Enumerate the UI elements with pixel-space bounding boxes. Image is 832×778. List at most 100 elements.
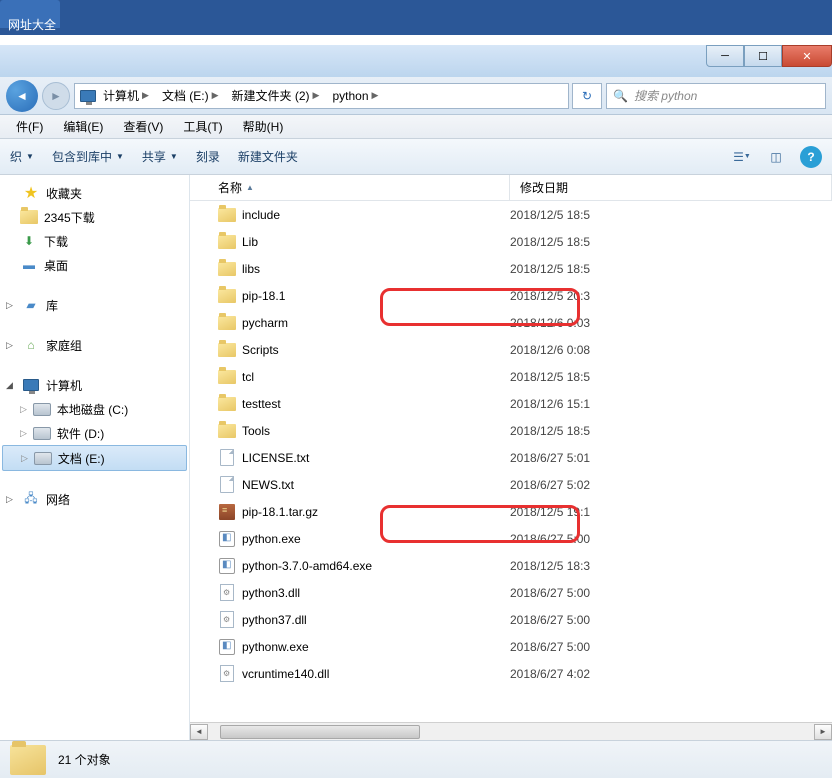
file-row[interactable]: python37.dll2018/6/27 5:00 — [190, 606, 832, 633]
close-button[interactable]: ✕ — [782, 45, 832, 67]
help-button[interactable]: ? — [800, 146, 822, 168]
file-row[interactable]: python-3.7.0-amd64.exe2018/12/5 18:3 — [190, 552, 832, 579]
exe-icon — [218, 638, 236, 656]
menu-view[interactable]: 查看(V) — [113, 115, 173, 138]
preview-pane-button[interactable]: ◫ — [766, 147, 786, 167]
breadcrumb-item[interactable]: python▶ — [326, 89, 385, 103]
menu-bar: 件(F) 编辑(E) 查看(V) 工具(T) 帮助(H) — [0, 115, 832, 139]
file-name: libs — [242, 262, 260, 276]
menu-help[interactable]: 帮助(H) — [233, 115, 294, 138]
column-headers: 名称▲ 修改日期 — [190, 175, 832, 201]
file-row[interactable]: Lib2018/12/5 18:5 — [190, 228, 832, 255]
file-row[interactable]: libs 2018/12/5 18:5 — [190, 255, 832, 282]
minimize-button[interactable]: ─ — [706, 45, 744, 67]
folder-icon — [218, 341, 236, 359]
sidebar-item-desktop[interactable]: ▬桌面 — [0, 253, 189, 277]
status-bar: 21 个对象 — [0, 740, 832, 778]
folder-icon — [218, 422, 236, 440]
computer-icon — [22, 376, 40, 394]
back-button[interactable]: ◄ — [6, 80, 38, 112]
file-date: 2018/12/5 18:5 — [510, 208, 832, 222]
file-row[interactable]: python3.dll2018/6/27 5:00 — [190, 579, 832, 606]
burn-button[interactable]: 刻录 — [196, 148, 220, 165]
sidebar-item-drive-c[interactable]: ▷本地磁盘 (C:) — [0, 397, 189, 421]
file-icon — [218, 449, 236, 467]
archive-icon — [218, 503, 236, 521]
include-in-library-button[interactable]: 包含到库中 ▼ — [52, 148, 124, 165]
network-header[interactable]: ▷ 🖧 网络 — [0, 487, 189, 511]
star-icon: ★ — [22, 184, 40, 202]
homegroup-header[interactable]: ▷ ⌂ 家庭组 — [0, 333, 189, 357]
file-row[interactable]: python.exe 2018/6/27 5:00 — [190, 525, 832, 552]
search-input[interactable]: 🔍 搜索 python — [606, 83, 826, 109]
breadcrumb-item[interactable]: 计算机▶ — [97, 87, 156, 104]
file-name: pip-18.1.tar.gz — [242, 505, 318, 519]
libraries-header[interactable]: ▷ ▰ 库 — [0, 293, 189, 317]
file-name: pip-18.1 — [242, 289, 285, 303]
file-date: 2018/12/5 18:5 — [510, 262, 832, 276]
window-titlebar[interactable]: ─ ☐ ✕ — [0, 45, 832, 77]
file-date: 2018/6/27 5:00 — [510, 640, 832, 654]
sidebar-item-drive-e[interactable]: ▷文档 (E:) — [2, 445, 187, 471]
file-row[interactable]: NEWS.txt2018/6/27 5:02 — [190, 471, 832, 498]
menu-file[interactable]: 件(F) — [6, 115, 53, 138]
breadcrumb-item[interactable]: 文档 (E:)▶ — [156, 87, 226, 104]
breadcrumb[interactable]: 计算机▶ 文档 (E:)▶ 新建文件夹 (2)▶ python▶ — [74, 83, 569, 109]
breadcrumb-item[interactable]: 新建文件夹 (2)▶ — [226, 87, 327, 104]
navigation-pane: ★ 收藏夹 2345下载 ⬇下载 ▬桌面 ▷ ▰ 库 ▷ ⌂ 家庭组 — [0, 175, 190, 740]
file-row[interactable]: pythonw.exe2018/6/27 5:00 — [190, 633, 832, 660]
file-row[interactable]: pycharm2018/12/6 0:03 — [190, 309, 832, 336]
file-date: 2018/12/5 18:5 — [510, 424, 832, 438]
expand-icon: ▷ — [6, 494, 16, 505]
file-date: 2018/12/5 18:5 — [510, 235, 832, 249]
sidebar-item-downloads[interactable]: ⬇下载 — [0, 229, 189, 253]
download-icon: ⬇ — [20, 232, 38, 250]
file-row[interactable]: LICENSE.txt2018/6/27 5:01 — [190, 444, 832, 471]
computer-header[interactable]: ◢ 计算机 — [0, 373, 189, 397]
file-row[interactable]: Scripts2018/12/6 0:08 — [190, 336, 832, 363]
scroll-left-button[interactable]: ◄ — [190, 724, 208, 740]
share-button[interactable]: 共享 ▼ — [142, 148, 178, 165]
file-name: Tools — [242, 424, 270, 438]
menu-tools[interactable]: 工具(T) — [173, 115, 232, 138]
file-row[interactable]: include2018/12/5 18:5 — [190, 201, 832, 228]
file-name: pycharm — [242, 316, 288, 330]
expand-icon: ▷ — [6, 340, 16, 351]
sidebar-item-2345[interactable]: 2345下载 — [0, 205, 189, 229]
collapse-icon: ◢ — [6, 380, 16, 391]
new-folder-button[interactable]: 新建文件夹 — [238, 148, 298, 165]
folder-icon — [218, 314, 236, 332]
file-row[interactable]: testtest2018/12/6 15:1 — [190, 390, 832, 417]
file-name: python37.dll — [242, 613, 307, 627]
view-options-button[interactable]: ☰ ▼ — [732, 147, 752, 167]
file-name: python.exe — [242, 532, 301, 546]
refresh-button[interactable]: ↻ — [572, 83, 602, 109]
forward-button[interactable]: ► — [42, 82, 70, 110]
file-date: 2018/12/5 20:3 — [510, 289, 832, 303]
scroll-thumb[interactable] — [220, 725, 420, 739]
file-icon — [218, 476, 236, 494]
file-row[interactable]: tcl2018/12/5 18:5 — [190, 363, 832, 390]
file-date: 2018/6/27 4:02 — [510, 667, 832, 681]
favorites-header[interactable]: ★ 收藏夹 — [0, 181, 189, 205]
column-header-name[interactable]: 名称▲ — [190, 175, 510, 200]
scroll-right-button[interactable]: ► — [814, 724, 832, 740]
file-row[interactable]: pip-18.1 2018/12/5 20:3 — [190, 282, 832, 309]
desktop-icon: ▬ — [20, 256, 38, 274]
file-row[interactable]: Tools 2018/12/5 18:5 — [190, 417, 832, 444]
column-header-date[interactable]: 修改日期 — [510, 175, 832, 200]
maximize-button[interactable]: ☐ — [744, 45, 782, 67]
folder-icon — [218, 233, 236, 251]
organize-button[interactable]: 织 ▼ — [10, 148, 34, 165]
network-icon: 🖧 — [22, 490, 40, 508]
file-row[interactable]: pip-18.1.tar.gz2018/12/5 19:1 — [190, 498, 832, 525]
menu-edit[interactable]: 编辑(E) — [53, 115, 113, 138]
file-date: 2018/6/27 5:00 — [510, 532, 832, 546]
sidebar-item-drive-d[interactable]: ▷软件 (D:) — [0, 421, 189, 445]
horizontal-scrollbar[interactable]: ◄ ► — [190, 722, 832, 740]
file-row[interactable]: vcruntime140.dll2018/6/27 4:02 — [190, 660, 832, 687]
search-icon: 🔍 — [613, 89, 628, 103]
file-date: 2018/6/27 5:00 — [510, 586, 832, 600]
status-text: 21 个对象 — [58, 751, 111, 768]
folder-icon — [10, 745, 46, 775]
